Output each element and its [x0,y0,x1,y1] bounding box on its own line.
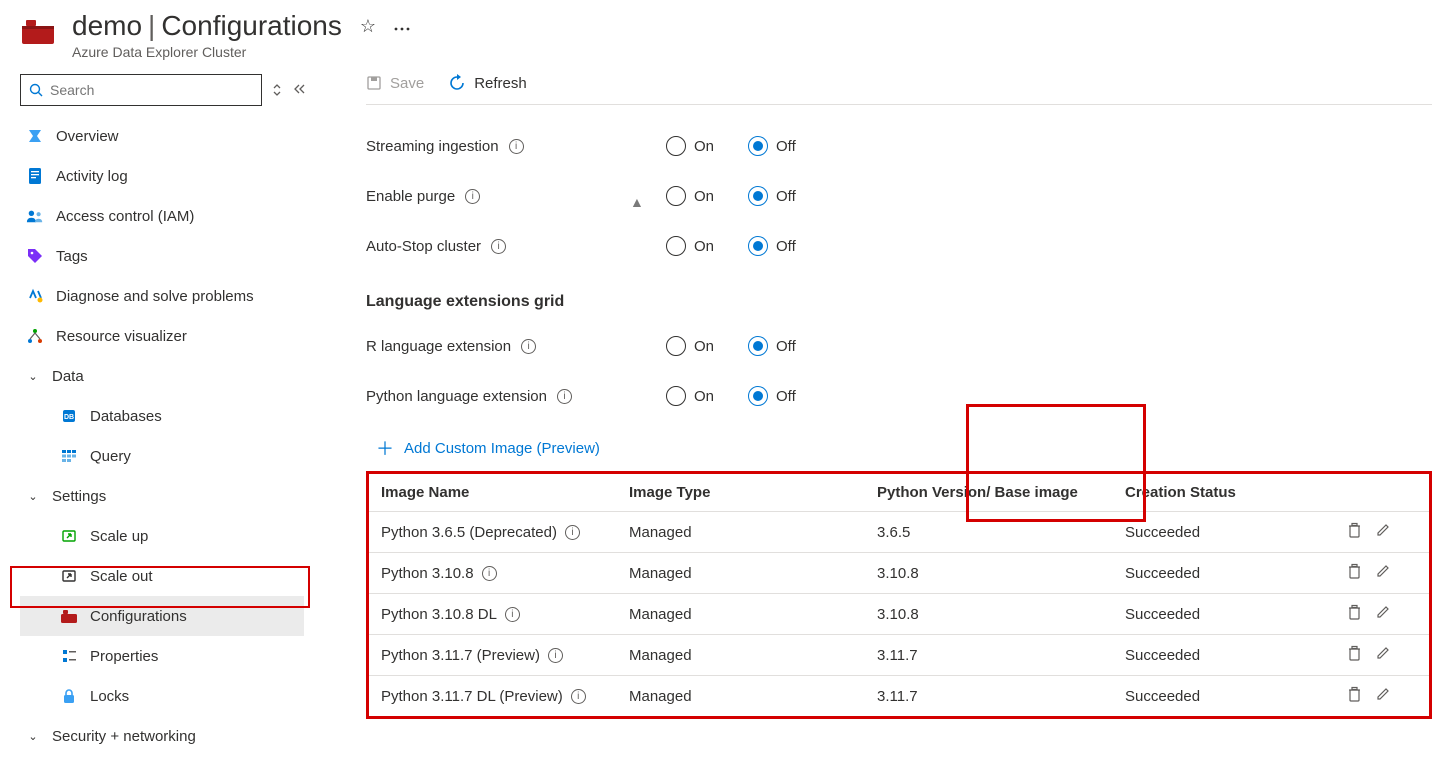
setting-autostop: Auto-Stop clusteri On Off [366,221,1432,271]
plus-icon: ＋ [376,435,394,461]
info-icon[interactable]: i [509,139,524,154]
info-icon[interactable]: i [505,607,520,622]
edit-icon[interactable] [1376,645,1391,665]
svg-text:DB: DB [64,414,74,421]
info-icon[interactable]: i [521,339,536,354]
setting-streaming-ingestion: Streaming ingestioni On Off [366,121,1432,171]
expand-icon[interactable] [272,83,282,97]
radio-off[interactable]: Off [748,336,796,356]
radio-on[interactable]: On [666,186,714,206]
chevron-down-icon: ⌄ [26,490,40,503]
sidebar-item-query[interactable]: Query [20,436,304,476]
resource-type: Azure Data Explorer Cluster [72,44,410,60]
visualizer-icon [26,327,44,345]
radio-off[interactable]: Off [748,136,796,156]
sidebar-item-access-control[interactable]: Access control (IAM) [20,196,304,236]
scroll-up-icon: ▲ [630,194,644,210]
search-icon [29,83,44,98]
sidebar-item-scale-up[interactable]: Scale up [20,516,304,556]
info-icon[interactable]: i [482,566,497,581]
sidebar-item-databases[interactable]: DB Databases [20,396,304,436]
cluster-icon [20,16,56,46]
delete-icon[interactable] [1347,686,1362,706]
edit-icon[interactable] [1376,563,1391,583]
table-row: Python 3.10.8 DLiManaged3.10.8Succeeded [369,593,1429,634]
chevron-down-icon: ⌄ [26,730,40,743]
sidebar-item-scale-out[interactable]: Scale out [20,556,304,596]
table-row: Python 3.6.5 (Deprecated)iManaged3.6.5Su… [369,511,1429,552]
refresh-button[interactable]: Refresh [448,74,527,92]
radio-on[interactable]: On [666,386,714,406]
edit-icon[interactable] [1376,686,1391,706]
info-icon[interactable]: i [557,389,572,404]
favorite-icon[interactable]: ☆ [360,16,376,37]
sidebar-item-diagnose[interactable]: Diagnose and solve problems [20,276,304,316]
setting-enable-purge: Enable purgei On Off [366,171,1432,221]
sidebar-item-activity-log[interactable]: Activity log [20,156,304,196]
activity-log-icon [26,167,44,185]
radio-off[interactable]: Off [748,186,796,206]
diagnose-icon [26,287,44,305]
info-icon[interactable]: i [491,239,506,254]
edit-icon[interactable] [1376,522,1391,542]
sidebar-section-settings[interactable]: ⌄ Settings [20,476,304,516]
page-header: demo|Configurations ☆ Azure Data Explore… [0,0,1448,66]
radio-off[interactable]: Off [748,236,796,256]
tag-icon [26,247,44,265]
people-icon [26,207,44,225]
search-input[interactable] [50,82,253,98]
overview-icon [26,127,44,145]
delete-icon[interactable] [1347,604,1362,624]
radio-on[interactable]: On [666,136,714,156]
table-row: Python 3.11.7 (Preview)iManaged3.11.7Suc… [369,634,1429,675]
properties-icon [60,647,78,665]
setting-python-extension: Python language extensioni On Off [366,371,1432,421]
sidebar-item-properties[interactable]: Properties [20,636,304,676]
sidebar-item-overview[interactable]: Overview [20,116,304,156]
sidebar-item-resource-visualizer[interactable]: Resource visualizer [20,316,304,356]
save-button[interactable]: Save [366,75,424,92]
main-content: ▲ Save Refresh Streaming ingestioni On O… [310,66,1448,770]
database-icon: DB [60,407,78,425]
table-row: Python 3.11.7 DL (Preview)iManaged3.11.7… [369,675,1429,716]
sidebar: Overview Activity log Access control (IA… [0,66,310,770]
table-row: Python 3.10.8iManaged3.10.8Succeeded [369,552,1429,593]
page-title: demo|Configurations [72,10,342,42]
sidebar-section-security[interactable]: ⌄ Security + networking [20,716,304,756]
delete-icon[interactable] [1347,522,1362,542]
scale-up-icon [60,527,78,545]
radio-on[interactable]: On [666,236,714,256]
info-icon[interactable]: i [548,648,563,663]
sidebar-item-configurations[interactable]: Configurations [20,596,304,636]
chevron-down-icon: ⌄ [26,370,40,383]
sidebar-item-tags[interactable]: Tags [20,236,304,276]
save-icon [366,75,382,91]
sidebar-section-data[interactable]: ⌄ Data [20,356,304,396]
more-icon[interactable] [394,18,410,34]
toolbar: Save Refresh [366,66,1432,105]
radio-off[interactable]: Off [748,386,796,406]
delete-icon[interactable] [1347,645,1362,665]
edit-icon[interactable] [1376,604,1391,624]
radio-on[interactable]: On [666,336,714,356]
info-icon[interactable]: i [465,189,480,204]
search-box[interactable] [20,74,262,106]
section-language-extensions: Language extensions grid [366,293,1432,311]
add-custom-image-button[interactable]: ＋ Add Custom Image (Preview) [376,435,1432,461]
info-icon[interactable]: i [571,689,586,704]
info-icon[interactable]: i [565,525,580,540]
scale-out-icon [60,567,78,585]
image-table: Image Name Image Type Python Version/ Ba… [366,471,1432,719]
refresh-icon [448,74,466,92]
query-icon [60,447,78,465]
sidebar-nav: Overview Activity log Access control (IA… [20,116,306,756]
sidebar-item-locks[interactable]: Locks [20,676,304,716]
setting-r-extension: R language extensioni On Off [366,321,1432,371]
delete-icon[interactable] [1347,563,1362,583]
table-header: Image Name Image Type Python Version/ Ba… [369,474,1429,511]
collapse-icon[interactable] [292,82,306,98]
configurations-icon [60,607,78,625]
lock-icon [60,687,78,705]
